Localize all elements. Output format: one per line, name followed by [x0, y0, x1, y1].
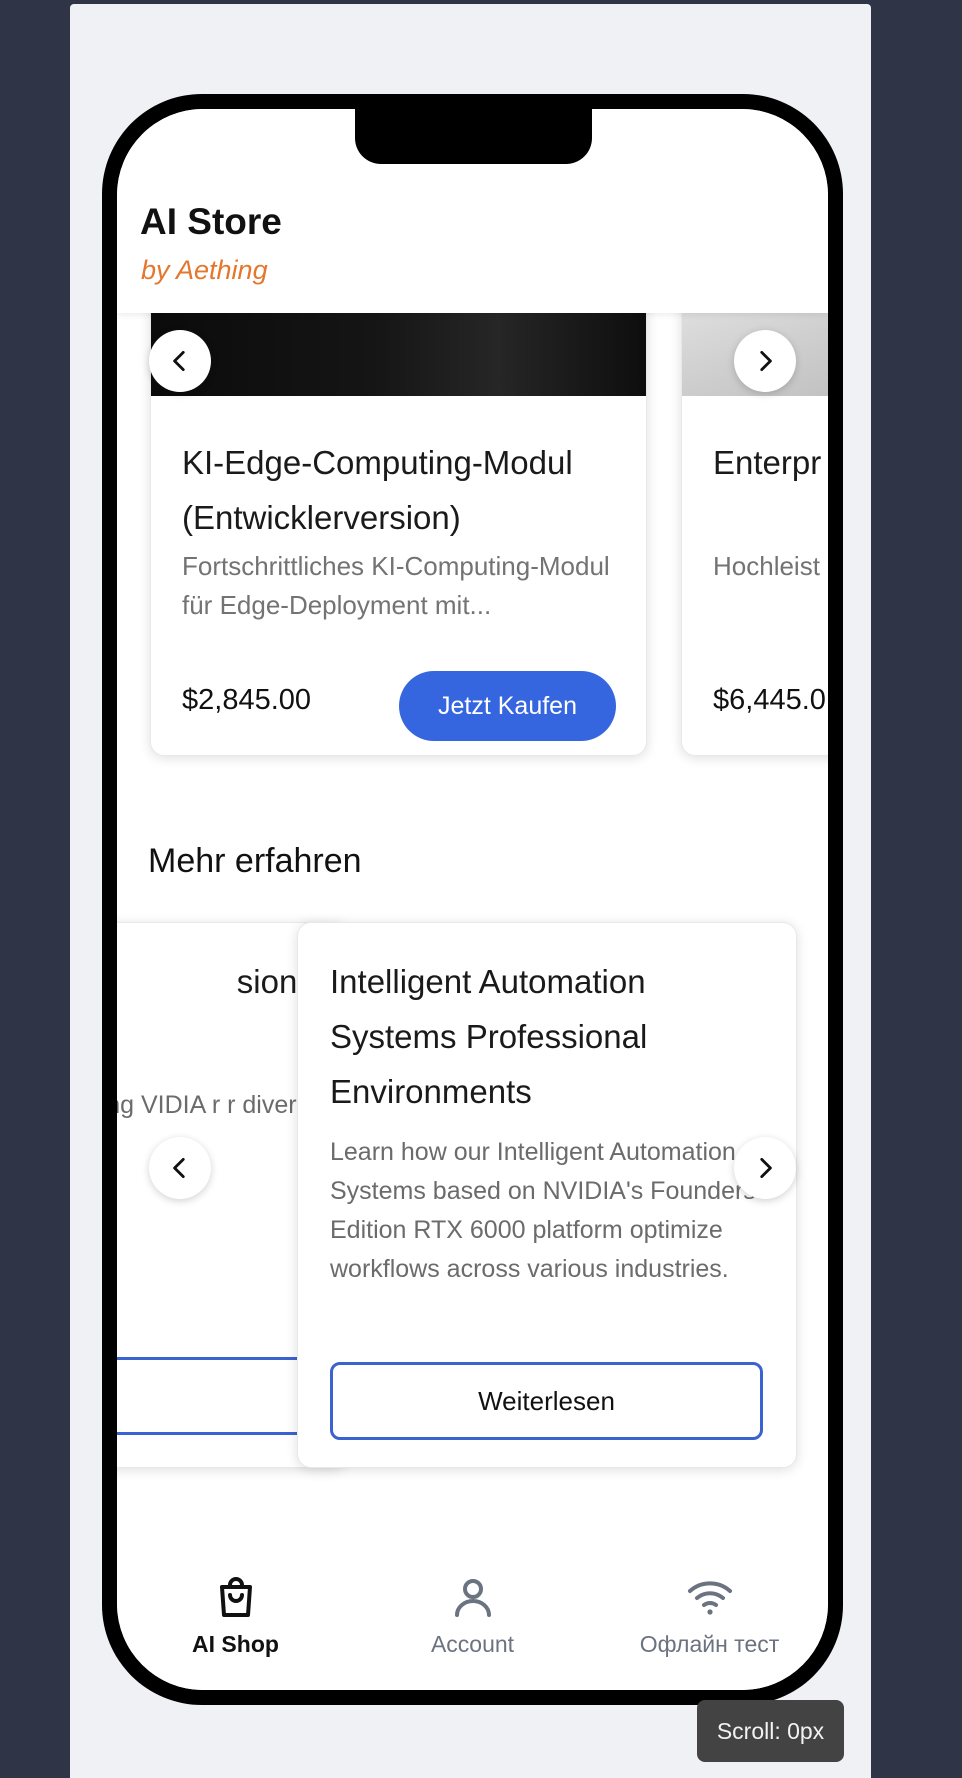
- tab-ai-shop[interactable]: AI Shop: [117, 1549, 354, 1690]
- read-more-button[interactable]: [117, 1357, 313, 1435]
- app-subtitle: by Aething: [141, 255, 268, 285]
- user-icon: [454, 1579, 491, 1617]
- bottom-navigation: AI Shop Account Офлайн тест: [117, 1549, 828, 1690]
- product-title: KI-Edge-Computing-Modul (Entwicklerversi…: [182, 444, 573, 536]
- tab-account[interactable]: Account: [354, 1549, 591, 1690]
- chevron-left-icon: [173, 350, 185, 372]
- shopping-bag-icon: [219, 1577, 252, 1617]
- tab-label: AI Shop: [192, 1631, 279, 1657]
- tab-label: Офлайн тест: [639, 1631, 780, 1657]
- section-title: Mehr erfahren: [148, 842, 362, 880]
- wifi-icon: [687, 1581, 732, 1615]
- carousel-prev-button[interactable]: [149, 1137, 211, 1199]
- article-card[interactable]: Intelligent Automation Systems Professio…: [297, 922, 797, 1468]
- scroll-indicator: Scroll: 0px: [697, 1700, 844, 1762]
- app-screen: KI-Edge-Computing-Modul (Entwicklerversi…: [117, 109, 828, 1690]
- product-description: Fortschrittliches KI-Computing-Modul für…: [182, 551, 610, 620]
- article-description: Learn how our Intelligent Automation Sys…: [330, 1138, 756, 1283]
- article-title: Intelligent Automation Systems Professio…: [330, 963, 648, 1110]
- tab-label: Account: [430, 1631, 515, 1657]
- product-price: $2,845.00: [182, 684, 312, 716]
- product-title: Enterpr Einbau): [713, 444, 828, 481]
- buy-now-button[interactable]: Jetzt Kaufen: [399, 671, 616, 741]
- article-title: sional: [236, 963, 323, 1000]
- tab-offline-test[interactable]: Офлайн тест: [591, 1549, 828, 1690]
- chevron-right-icon: [760, 350, 772, 372]
- carousel-next-button[interactable]: [734, 330, 796, 392]
- phone-notch: [355, 109, 592, 164]
- read-more-button[interactable]: Weiterlesen: [330, 1362, 763, 1440]
- chevron-right-icon: [760, 1157, 772, 1179]
- carousel-prev-button[interactable]: [149, 330, 211, 392]
- article-description: Learning VIDIA r r diverse: [117, 1091, 323, 1119]
- app-title: AI Store: [140, 201, 282, 242]
- product-description: Hochleist Unternehr ...: [713, 551, 828, 581]
- product-card[interactable]: KI-Edge-Computing-Modul (Entwicklerversi…: [150, 259, 647, 756]
- chevron-left-icon: [173, 1157, 185, 1179]
- carousel-next-button[interactable]: [734, 1137, 796, 1199]
- product-price: $6,445.0: [713, 684, 826, 716]
